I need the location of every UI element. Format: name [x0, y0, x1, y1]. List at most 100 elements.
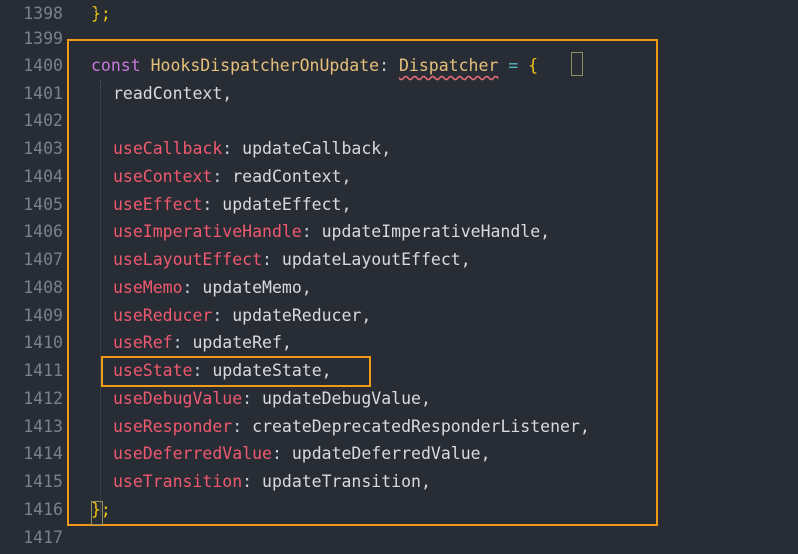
code-line[interactable]: 1412 useDebugValue: updateDebugValue,: [0, 385, 798, 413]
code-token: readContext,: [113, 84, 233, 103]
code-token: useCallback: [113, 139, 223, 158]
code-token: :: [192, 361, 213, 380]
code-line[interactable]: 1417: [0, 524, 798, 552]
line-number: 1407: [23, 250, 63, 269]
code-line[interactable]: 1401 readContext,: [0, 80, 798, 108]
code-token: updateEffect,: [222, 195, 352, 214]
code-line[interactable]: 1415 useTransition: updateTransition,: [0, 468, 798, 496]
line-number: 1413: [23, 417, 63, 436]
code-line[interactable]: 1404 useContext: readContext,: [0, 163, 798, 191]
code-text[interactable]: readContext,: [113, 80, 232, 108]
line-number: 1408: [23, 278, 63, 297]
line-number: 1401: [23, 84, 63, 103]
code-token: updateImperativeHandle,: [321, 222, 551, 241]
code-token: useLayoutEffect: [113, 250, 263, 269]
code-token: useContext: [113, 167, 213, 186]
code-text[interactable]: useDeferredValue: updateDeferredValue,: [113, 440, 491, 468]
code-text[interactable]: useTransition: updateTransition,: [113, 468, 431, 496]
code-editor[interactable]: 1398}; 1399 1400 const HooksDispatcherOnUpd…: [0, 0, 798, 554]
code-text[interactable]: useLayoutEffect: updateLayoutEffect,: [113, 246, 471, 274]
code-token: useRef: [113, 333, 173, 352]
code-token: useState: [113, 361, 193, 380]
code-text[interactable]: useDebugValue: updateDebugValue,: [113, 385, 431, 413]
code-token: :: [242, 472, 263, 491]
code-text[interactable]: useReducer: updateReducer,: [113, 302, 371, 330]
code-token: :: [222, 139, 243, 158]
line-number: 1414: [23, 444, 63, 463]
code-text[interactable]: useImperativeHandle: updateImperativeHan…: [113, 218, 550, 246]
code-token: HooksDispatcherOnUpdate: [150, 56, 380, 75]
code-line[interactable]: 1411 useState: updateState,: [0, 357, 798, 385]
code-token: updateRef,: [192, 333, 292, 352]
code-token: useDeferredValue: [113, 444, 272, 463]
line-number: 1409: [23, 306, 63, 325]
code-token: =: [498, 56, 529, 75]
line-number: 1400: [23, 56, 63, 75]
code-text[interactable]: useEffect: updateEffect,: [113, 191, 351, 219]
code-token: useTransition: [113, 472, 243, 491]
code-text[interactable]: const HooksDispatcherOnUpdate: Dispatche…: [91, 52, 538, 80]
code-token: useImperativeHandle: [113, 222, 302, 241]
code-token: useEffect: [113, 195, 203, 214]
code-token: :: [182, 278, 203, 297]
code-token: useResponder: [113, 417, 233, 436]
code-text[interactable]: useRef: updateRef,: [113, 329, 292, 357]
code-text[interactable]: useState: updateState,: [113, 357, 332, 385]
code-line[interactable]: 1398};: [0, 0, 798, 28]
code-line[interactable]: 1408 useMemo: updateMemo,: [0, 274, 798, 302]
line-number: 1412: [23, 389, 63, 408]
code-token: :: [379, 56, 399, 75]
code-line[interactable]: 1400 const HooksDispatcherOnUpdate: Dispa…: [0, 52, 798, 80]
code-token: {: [528, 56, 539, 75]
line-number: 1402: [23, 111, 63, 130]
line-number: 1399: [23, 29, 63, 48]
line-number: 1410: [23, 333, 63, 352]
code-token: :: [212, 306, 233, 325]
code-line[interactable]: 1410 useRef: updateRef,: [0, 329, 798, 357]
line-number: 1416: [23, 500, 63, 519]
line-number: 1406: [23, 222, 63, 241]
code-line[interactable]: 1407 useLayoutEffect: updateLayoutEffect,: [0, 246, 798, 274]
code-token: createDeprecatedResponderListener,: [252, 417, 590, 436]
code-line[interactable]: 1414 useDeferredValue: updateDeferredValu…: [0, 440, 798, 468]
code-token: :: [301, 222, 322, 241]
code-token: updateDebugValue,: [262, 389, 431, 408]
code-line[interactable]: 1406 useImperativeHandle: updateImperativ…: [0, 218, 798, 246]
code-line[interactable]: 1402: [0, 107, 798, 135]
line-number: 1403: [23, 139, 63, 158]
code-line[interactable]: 1413 useResponder: createDeprecatedRespon…: [0, 413, 798, 441]
whitespace-dots: [95, 9, 112, 19]
code-text[interactable]: useContext: readContext,: [113, 163, 351, 191]
code-token: useDebugValue: [113, 389, 243, 408]
code-token: :: [271, 444, 292, 463]
line-number: 1417: [23, 528, 63, 547]
code-token: useMemo: [113, 278, 183, 297]
code-token: useReducer: [113, 306, 213, 325]
code-token: :: [242, 389, 263, 408]
code-text[interactable]: useCallback: updateCallback,: [113, 135, 391, 163]
code-token: updateCallback,: [242, 139, 392, 158]
code-line[interactable]: 1403 useCallback: updateCallback,: [0, 135, 798, 163]
code-token: :: [262, 250, 282, 269]
code-line[interactable]: 1416};: [0, 496, 798, 524]
code-token: updateDeferredValue,: [291, 444, 491, 463]
code-token: :: [172, 333, 193, 352]
line-number: 1404: [23, 167, 63, 186]
code-token: :: [232, 417, 253, 436]
code-token: updateReducer,: [232, 306, 372, 325]
code-token: :: [212, 167, 233, 186]
code-text[interactable]: useResponder: createDeprecatedResponderL…: [113, 413, 590, 441]
code-token: updateTransition,: [262, 472, 431, 491]
code-line[interactable]: 1405 useEffect: updateEffect,: [0, 191, 798, 219]
code-token: updateMemo,: [202, 278, 312, 297]
code-line[interactable]: 1409 useReducer: updateReducer,: [0, 302, 798, 330]
line-number: 1398: [23, 4, 63, 23]
line-number: 1405: [23, 195, 63, 214]
line-number: 1415: [23, 472, 63, 491]
line-number: 1411: [23, 361, 63, 380]
code-text[interactable]: useMemo: updateMemo,: [113, 274, 312, 302]
code-token: readContext,: [232, 167, 352, 186]
code-token: updateState,: [212, 361, 332, 380]
code-line[interactable]: 1399: [0, 25, 798, 53]
